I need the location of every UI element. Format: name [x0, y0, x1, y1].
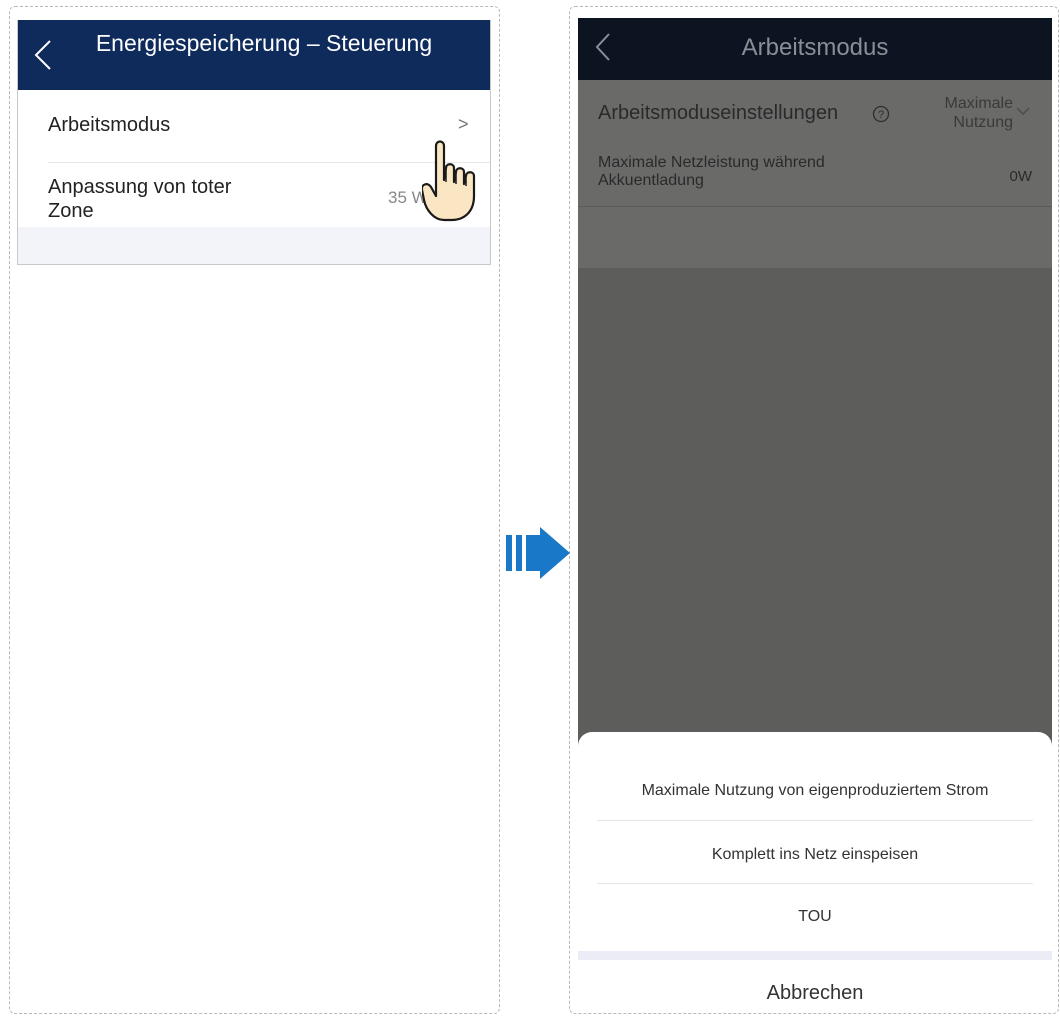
chevron-right-icon: > — [458, 114, 469, 134]
option-tou[interactable]: TOU — [597, 908, 1033, 926]
max-grid-power-label: Maximale Netzleistung während Akkuentlad… — [598, 154, 825, 189]
svg-text:?: ? — [878, 109, 884, 121]
list-item-label: Arbeitsmodus — [48, 114, 171, 136]
help-circle-icon[interactable]: ? — [872, 105, 890, 123]
work-mode-dropdown[interactable]: Maximale Nutzung — [918, 94, 1013, 132]
list-item-dead-zone-label[interactable]: Anpassung von toter Zone — [48, 175, 248, 223]
page-title: Arbeitsmodus — [741, 34, 889, 61]
divider — [597, 883, 1033, 884]
option-full-feed-in[interactable]: Komplett ins Netz einspeisen — [597, 846, 1033, 864]
header-bar: Arbeitsmodus — [578, 18, 1052, 80]
work-mode-action-sheet: Maximale Nutzung von eigenproduziertem S… — [578, 732, 1052, 1006]
divider — [597, 820, 1033, 821]
transition-arrow-icon — [506, 527, 570, 579]
sheet-separator — [578, 951, 1052, 960]
option-max-self-consumption[interactable]: Maximale Nutzung von eigenproduziertem S… — [597, 782, 1033, 800]
chevron-down-icon[interactable] — [1015, 103, 1031, 119]
max-grid-power-value[interactable]: 0W — [1010, 168, 1033, 185]
pointing-hand-icon — [422, 140, 476, 222]
work-mode-setting-label: Arbeitsmoduseinstellungen — [598, 102, 839, 124]
energy-storage-control-screen: Energiespeicherung – Steuerung Arbeitsmo… — [17, 20, 491, 265]
cancel-button[interactable]: Abbrechen — [578, 982, 1052, 1005]
work-mode-screen: Arbeitsmodus Arbeitsmoduseinstellungen ?… — [578, 18, 1052, 1006]
page-title: Energiespeicherung – Steuerung — [95, 30, 433, 56]
list-footer — [18, 227, 490, 264]
divider — [578, 206, 1052, 207]
back-arrow-icon[interactable] — [32, 38, 54, 72]
header-bar: Energiespeicherung – Steuerung — [18, 20, 490, 90]
